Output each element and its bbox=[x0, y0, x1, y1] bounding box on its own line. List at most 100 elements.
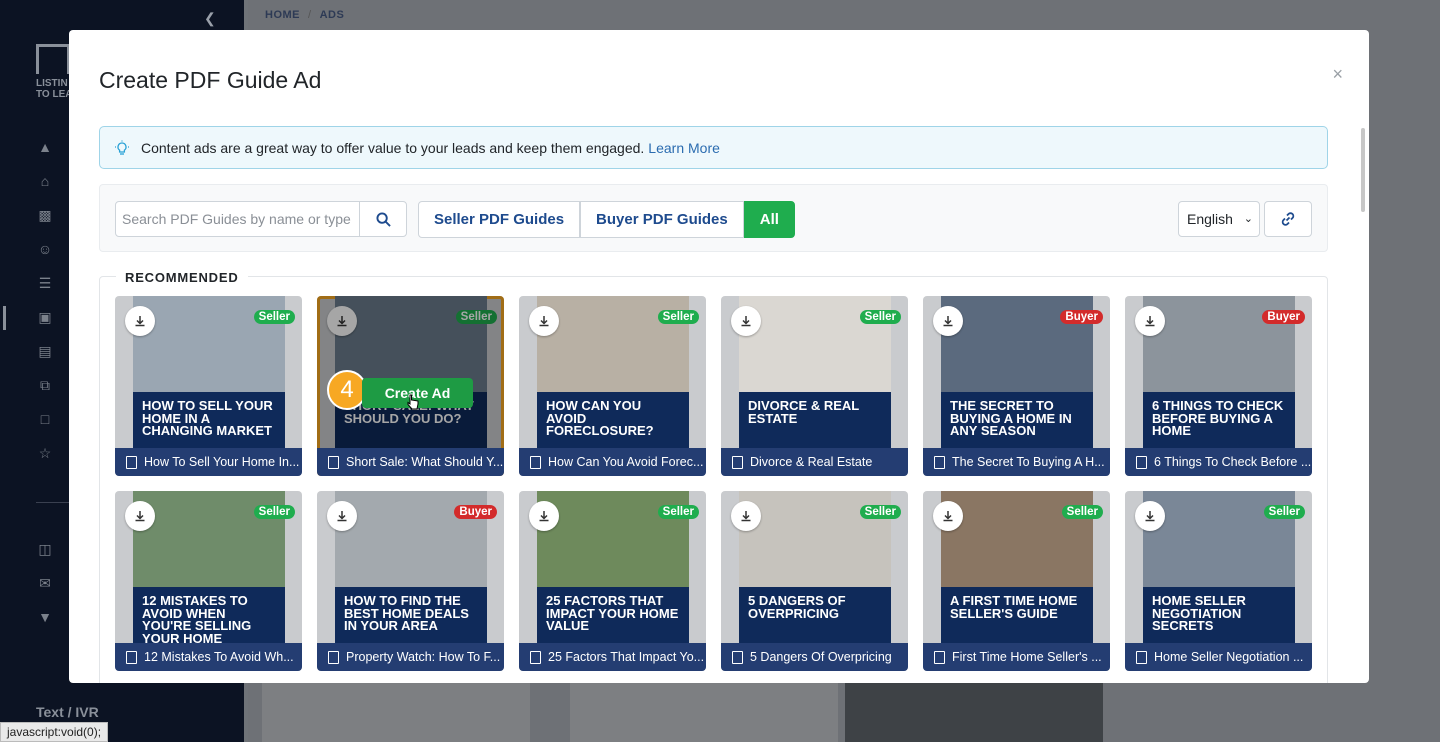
guide-card[interactable]: The secret to buying a home in any seaso… bbox=[923, 296, 1110, 476]
download-button[interactable] bbox=[1135, 306, 1165, 336]
chevron-down-icon: ⌄ bbox=[1243, 213, 1253, 225]
download-icon bbox=[943, 511, 953, 522]
collapse-sidebar-icon[interactable]: ❮ bbox=[204, 10, 216, 27]
learn-more-link[interactable]: Learn More bbox=[648, 140, 720, 156]
download-button[interactable] bbox=[125, 501, 155, 531]
download-button[interactable] bbox=[1135, 501, 1165, 531]
users-icon[interactable]: ☺ bbox=[36, 240, 54, 258]
language-select[interactable]: English ⌄ bbox=[1178, 201, 1260, 237]
guide-caption[interactable]: 12 Mistakes To Avoid Wh... bbox=[115, 643, 302, 671]
share-icon[interactable]: ⧉ bbox=[36, 376, 54, 394]
gift-icon[interactable]: ◫ bbox=[36, 540, 54, 558]
guide-caption[interactable]: Divorce & Real Estate bbox=[721, 448, 908, 476]
download-icon bbox=[1145, 511, 1155, 522]
tab-seller-pdf-guides[interactable]: Seller PDF Guides bbox=[418, 201, 581, 238]
type-badge: Seller bbox=[253, 310, 295, 324]
guide-card[interactable]: Home seller negotiation secrets Seller Hom… bbox=[1125, 491, 1312, 671]
download-button[interactable] bbox=[731, 501, 761, 531]
download-icon bbox=[135, 511, 145, 522]
window-icon[interactable]: □ bbox=[36, 410, 54, 428]
guide-caption[interactable]: The Secret To Buying A H... bbox=[923, 448, 1110, 476]
guide-caption[interactable]: First Time Home Seller's ... bbox=[923, 643, 1110, 671]
document-icon bbox=[934, 650, 945, 664]
link-button[interactable] bbox=[1264, 201, 1312, 237]
background-card bbox=[262, 680, 530, 742]
guide-cover-headline: 25 factors that impact your home value bbox=[537, 587, 689, 643]
guide-card[interactable]: 5 dangers of overpricing Seller 5 Dangers … bbox=[721, 491, 908, 671]
guide-title: First Time Home Seller's ... bbox=[952, 650, 1102, 664]
tab-buyer-pdf-guides[interactable]: Buyer PDF Guides bbox=[580, 201, 744, 238]
guide-cover-headline: 6 things to check before buying a home bbox=[1143, 392, 1295, 448]
close-button[interactable]: × bbox=[1332, 64, 1343, 85]
info-text: Content ads are a great way to offer val… bbox=[141, 139, 645, 156]
mail-icon[interactable]: ✉ bbox=[36, 574, 54, 592]
pdf-icon[interactable]: ▤ bbox=[36, 342, 54, 360]
rocket-icon[interactable]: ▲ bbox=[36, 138, 54, 156]
document-icon bbox=[934, 455, 945, 469]
link-icon bbox=[1281, 212, 1295, 226]
download-button[interactable] bbox=[933, 501, 963, 531]
logo-line-2: TO LEA bbox=[36, 89, 73, 100]
list-icon[interactable]: ☰ bbox=[36, 274, 54, 292]
guide-card[interactable]: Short sale: what should you do?SellerSho… bbox=[317, 296, 504, 476]
download-button[interactable] bbox=[125, 306, 155, 336]
guide-card[interactable]: How can you avoid foreclosure? Seller How … bbox=[519, 296, 706, 476]
guide-card[interactable]: How to find the best home deals in your … bbox=[317, 491, 504, 671]
sidebar-item-text-ivr[interactable]: Text / IVR bbox=[36, 704, 99, 720]
guide-caption[interactable]: 5 Dangers Of Overpricing bbox=[721, 643, 908, 671]
search-button[interactable] bbox=[359, 201, 407, 237]
guide-card[interactable]: How to sell your home in a changing mark… bbox=[115, 296, 302, 476]
guide-title: Short Sale: What Should Y... bbox=[346, 455, 504, 469]
create-pdf-guide-modal: Create PDF Guide Ad × Content ads are a … bbox=[69, 30, 1369, 683]
guide-cover-headline: How to sell your home in a changing mark… bbox=[133, 392, 285, 448]
document-icon bbox=[530, 650, 541, 664]
language-value: English bbox=[1187, 211, 1233, 227]
download-button[interactable] bbox=[327, 501, 357, 531]
document-icon bbox=[328, 650, 339, 664]
guide-caption[interactable]: Home Seller Negotiation ... bbox=[1125, 643, 1312, 671]
type-badge: Seller bbox=[859, 310, 901, 324]
briefcase-icon[interactable]: ▩ bbox=[36, 206, 54, 224]
download-icon bbox=[943, 316, 953, 327]
document-icon bbox=[530, 455, 541, 469]
breadcrumb: HOME / ADS bbox=[265, 9, 345, 21]
background-card bbox=[845, 680, 1103, 742]
guide-caption[interactable]: How To Sell Your Home In... bbox=[115, 448, 302, 476]
guide-card[interactable]: Divorce & Real Estate Seller Divorce & Rea… bbox=[721, 296, 908, 476]
type-badge: Buyer bbox=[1060, 310, 1103, 324]
document-icon bbox=[1136, 650, 1147, 664]
type-badge: Seller bbox=[657, 310, 699, 324]
type-badge: Seller bbox=[859, 505, 901, 519]
guide-caption[interactable]: Property Watch: How To F... bbox=[317, 643, 504, 671]
download-button[interactable] bbox=[933, 306, 963, 336]
download-icon bbox=[539, 511, 549, 522]
guide-cover-headline: Divorce & Real Estate bbox=[739, 392, 891, 448]
download-button[interactable] bbox=[529, 501, 559, 531]
home-icon[interactable]: ⌂ bbox=[36, 172, 54, 190]
guide-grid: How to sell your home in a changing mark… bbox=[115, 296, 1312, 671]
type-badge: Seller bbox=[1061, 505, 1103, 519]
guide-card[interactable]: A first time home seller's guide Seller Fi… bbox=[923, 491, 1110, 671]
guide-caption[interactable]: How Can You Avoid Forec... bbox=[519, 448, 706, 476]
filter-icon[interactable]: ▼ bbox=[36, 608, 54, 626]
download-button[interactable] bbox=[529, 306, 559, 336]
breadcrumb-home[interactable]: HOME bbox=[265, 9, 300, 21]
star-icon[interactable]: ☆ bbox=[36, 444, 54, 462]
document-icon bbox=[126, 455, 137, 469]
type-badge: Seller bbox=[657, 505, 699, 519]
modal-scrollbar[interactable] bbox=[1361, 128, 1365, 212]
download-icon bbox=[1145, 316, 1155, 327]
guide-card[interactable]: 25 factors that impact your home value Se… bbox=[519, 491, 706, 671]
guide-card[interactable]: 12 mistakes to avoid when you're selling… bbox=[115, 491, 302, 671]
tab-all[interactable]: All bbox=[743, 201, 795, 238]
status-url: javascript:void(0); bbox=[0, 722, 109, 742]
guide-card[interactable]: 6 things to check before buying a home Bu… bbox=[1125, 296, 1312, 476]
guide-cover-headline: How can you avoid foreclosure? bbox=[537, 392, 689, 448]
download-button[interactable] bbox=[731, 306, 761, 336]
ads-icon[interactable]: ▣ bbox=[36, 308, 54, 326]
guide-title: 25 Factors That Impact Yo... bbox=[548, 650, 705, 664]
guide-caption[interactable]: 25 Factors That Impact Yo... bbox=[519, 643, 706, 671]
guide-caption[interactable]: Short Sale: What Should Y... bbox=[317, 448, 504, 476]
guide-caption[interactable]: 6 Things To Check Before ... bbox=[1125, 448, 1312, 476]
search-input[interactable]: Search PDF Guides by name or type bbox=[115, 201, 360, 237]
